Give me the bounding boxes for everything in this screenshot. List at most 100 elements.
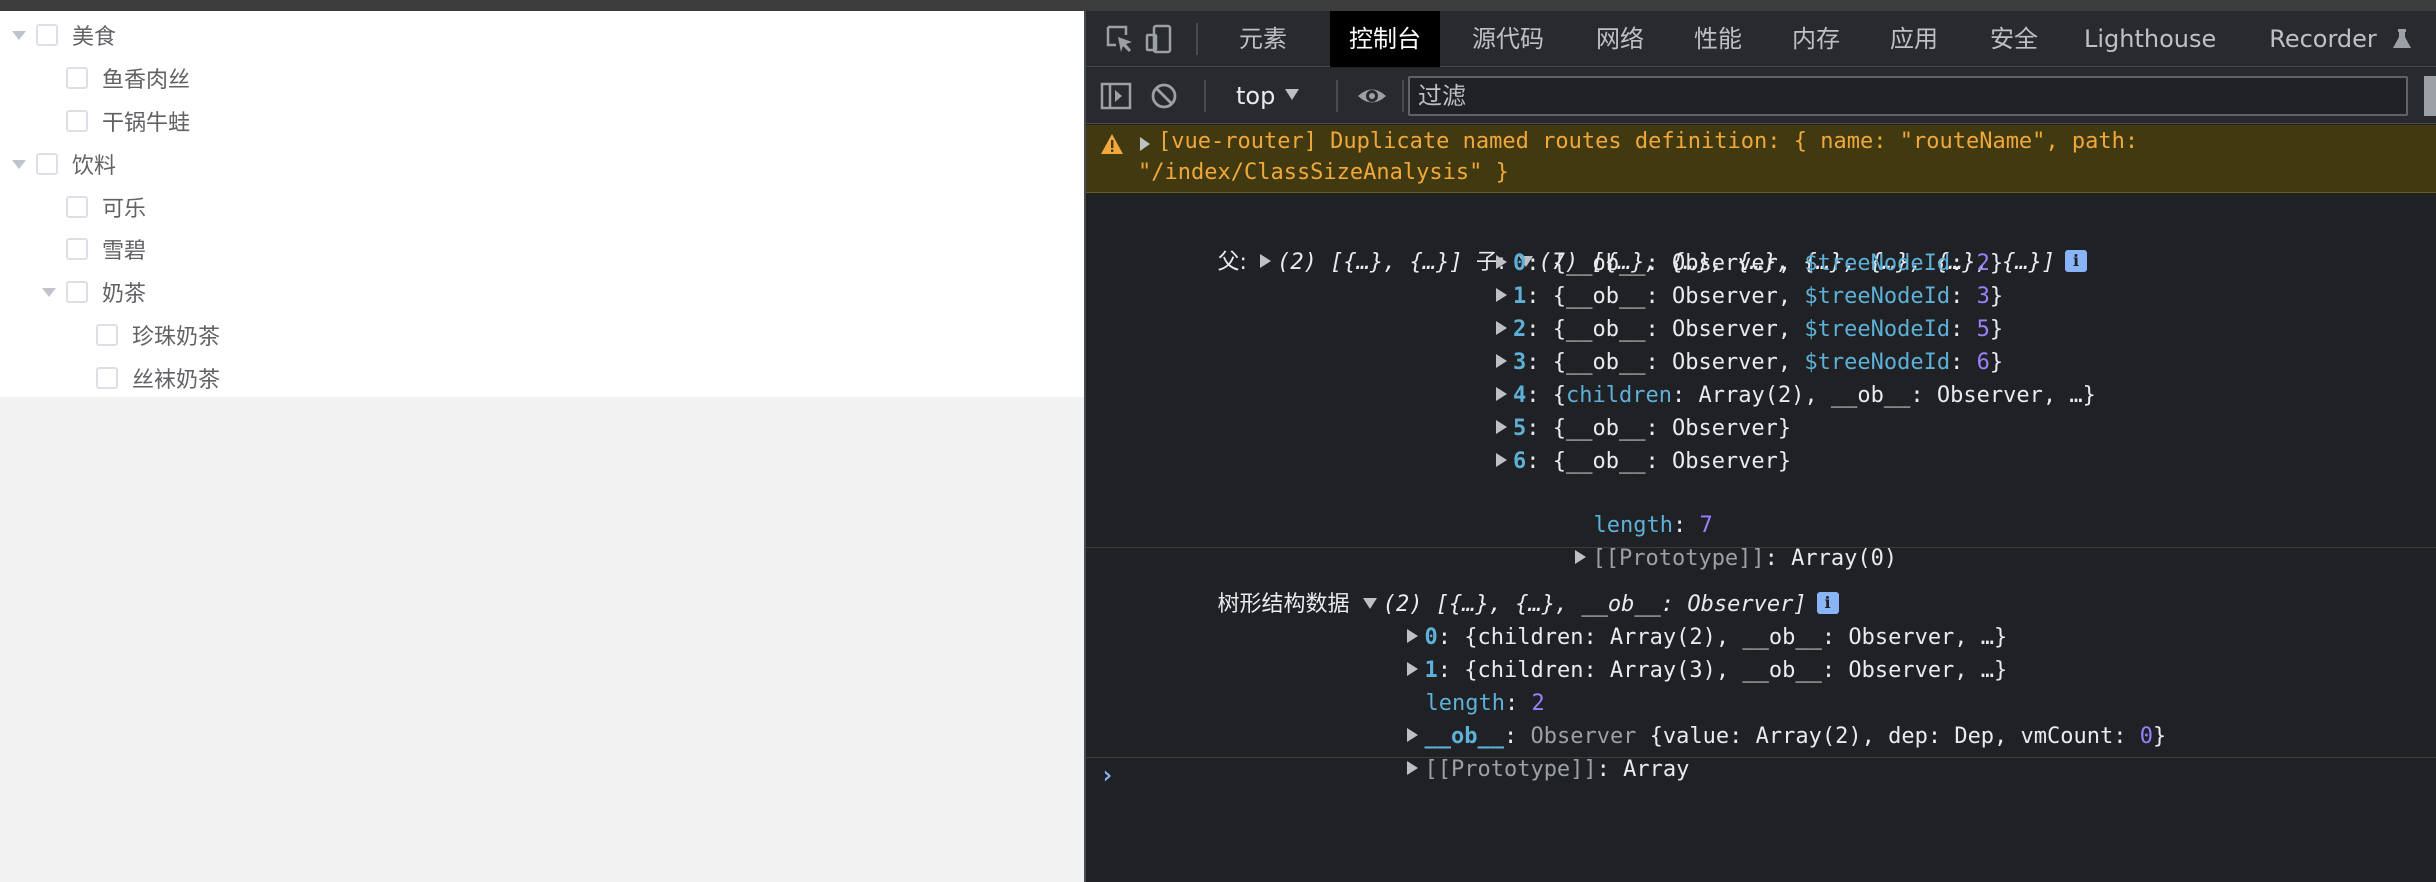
caret-down-icon[interactable] bbox=[12, 30, 26, 40]
tab-8[interactable]: Lighthouse bbox=[2084, 11, 2216, 67]
colon: : bbox=[1526, 383, 1553, 408]
page-content: 美食鱼香肉丝 干锅牛蛙饮料可乐雪碧奶茶珍珠奶茶丝袜奶茶 bbox=[0, 11, 1084, 397]
filter-input[interactable]: 过滤 bbox=[1408, 76, 2408, 116]
tree-checkbox[interactable] bbox=[66, 238, 88, 260]
array-item[interactable]: 5: {__ob__: Observer} bbox=[1496, 413, 1791, 445]
expand-triangle-icon[interactable] bbox=[1496, 387, 1507, 401]
tree-node[interactable]: 雪碧 bbox=[42, 229, 146, 269]
prototype-property[interactable]: [[Prototype]]: Array(0) bbox=[1496, 511, 1897, 571]
browser-top-strip bbox=[0, 0, 2436, 11]
console-prompt[interactable]: › bbox=[1100, 761, 1114, 789]
tree-checkbox[interactable] bbox=[66, 67, 88, 89]
array-item[interactable]: 6: {__ob__: Observer} bbox=[1496, 446, 1791, 478]
tree-checkbox[interactable] bbox=[36, 24, 58, 46]
expand-triangle-icon[interactable] bbox=[1140, 137, 1150, 151]
toolbar-overflow[interactable] bbox=[2424, 76, 2436, 116]
caret-down-icon[interactable] bbox=[42, 287, 56, 297]
tab-1[interactable]: 控制台 bbox=[1330, 11, 1440, 67]
tree-node[interactable]: 饮料 bbox=[12, 144, 116, 184]
expand-triangle-icon[interactable] bbox=[1407, 761, 1419, 775]
device-toolbar-icon[interactable] bbox=[1144, 23, 1176, 55]
tree-checkbox[interactable] bbox=[66, 281, 88, 303]
item-sep: : bbox=[1950, 251, 1977, 276]
array-item[interactable]: 4: {children: Array(2), __ob__: Observer… bbox=[1496, 380, 2096, 412]
info-icon[interactable]: i bbox=[2065, 250, 2088, 272]
tab-2[interactable]: 源代码 bbox=[1458, 11, 1558, 67]
vmcount-value: 0 bbox=[2139, 724, 2154, 749]
log-entry-tree-data[interactable]: 树形结构数据 (2) [{…}, {…}, __ob__: Observer] i bbox=[1138, 557, 1839, 617]
tab-7[interactable]: 安全 bbox=[1976, 11, 2052, 67]
length-property: length: 2 bbox=[1425, 691, 1545, 716]
expand-triangle-icon[interactable] bbox=[1496, 288, 1507, 302]
observer-preview-end: } bbox=[2153, 724, 2167, 749]
tab-6[interactable]: 应用 bbox=[1876, 11, 1952, 67]
item-prefix: {__ob__: Observer, bbox=[1552, 317, 1805, 342]
tree-node-label: 雪碧 bbox=[102, 239, 147, 264]
expand-triangle-icon[interactable] bbox=[1496, 453, 1507, 467]
array-item[interactable]: 1: {__ob__: Observer, $treeNodeId: 3} bbox=[1496, 281, 2003, 313]
live-expression-icon[interactable] bbox=[1356, 81, 1388, 111]
item-suffix: } bbox=[1989, 284, 2004, 309]
tree-node[interactable]: 珍珠奶茶 bbox=[72, 315, 220, 355]
tree-node-label: 饮料 bbox=[72, 154, 117, 179]
tree-node[interactable]: 干锅牛蛙 bbox=[42, 101, 190, 141]
tree-node-label: 珍珠奶茶 bbox=[132, 325, 221, 350]
tab-4[interactable]: 性能 bbox=[1680, 11, 1756, 67]
observer-preview: {value: Array(2), dep: Dep, vmCount: bbox=[1636, 724, 2140, 749]
expand-triangle-icon[interactable] bbox=[1496, 321, 1507, 335]
tab-9[interactable]: Recorder bbox=[2256, 11, 2390, 67]
devtools-panel: 元素 控制台 源代码 网络 性能 内存 应用 安全 Lighthouse Recorder top… bbox=[1084, 11, 2436, 882]
expand-triangle-icon[interactable] bbox=[1496, 255, 1507, 269]
warning-message[interactable]: [vue-router] Duplicate named routes defi… bbox=[1086, 125, 2436, 193]
context-selector[interactable]: top bbox=[1236, 68, 1300, 124]
item-sep: : bbox=[1950, 317, 1977, 342]
tree-node[interactable]: 美食 bbox=[12, 15, 116, 55]
tree-checkbox[interactable] bbox=[36, 153, 58, 175]
tree-node[interactable]: 奶茶 bbox=[42, 272, 146, 312]
parent-array-preview: (2) [{…}, {…}] bbox=[1277, 250, 1463, 275]
tab-5[interactable]: 内存 bbox=[1778, 11, 1854, 67]
array-index: 0 bbox=[1513, 251, 1527, 276]
observer-property[interactable]: __ob__: Observer {value: Array(2), dep: … bbox=[1328, 689, 2166, 749]
array-index: 2 bbox=[1513, 317, 1527, 342]
log-label-parent: 父: bbox=[1217, 250, 1247, 275]
tree-node[interactable]: 鱼香肉丝 bbox=[42, 58, 190, 98]
log-separator bbox=[1086, 757, 2436, 758]
colon: : bbox=[1526, 251, 1553, 276]
log-entry-parent-child[interactable]: 父: (2) [{…}, {…}] 子: (7) [{…}, {…}, {…},… bbox=[1138, 215, 2088, 275]
item-prefix: {__ob__: Observer} bbox=[1552, 416, 1792, 441]
array-item[interactable]: 3: {__ob__: Observer, $treeNodeId: 6} bbox=[1496, 347, 2003, 379]
show-sidebar-icon[interactable] bbox=[1100, 81, 1132, 111]
expand-triangle-icon[interactable] bbox=[1496, 354, 1507, 368]
console-toolbar: top 过滤 bbox=[1086, 68, 2436, 124]
item-prefix: {__ob__: Observer} bbox=[1552, 449, 1792, 474]
tab-3[interactable]: 网络 bbox=[1582, 11, 1658, 67]
tree-checkbox[interactable] bbox=[66, 110, 88, 132]
inspect-element-icon[interactable] bbox=[1104, 23, 1136, 55]
tree-node-label: 美食 bbox=[72, 25, 117, 50]
tree-node[interactable]: 丝袜奶茶 bbox=[72, 358, 220, 398]
array-item[interactable]: 0: {__ob__: Observer, $treeNodeId: 2} bbox=[1496, 248, 2003, 280]
tree-checkbox[interactable] bbox=[66, 196, 88, 218]
tree-checkbox[interactable] bbox=[96, 324, 118, 346]
expand-triangle-icon[interactable] bbox=[1260, 254, 1272, 268]
item-suffix: Array(2), __ob__: Observer, …} bbox=[1698, 383, 2096, 408]
tree-node[interactable]: 可乐 bbox=[42, 187, 146, 227]
console-output: [vue-router] Duplicate named routes defi… bbox=[1086, 125, 2436, 882]
item-key: $treeNodeId bbox=[1804, 284, 1951, 309]
array-item[interactable]: 2: {__ob__: Observer, $treeNodeId: 5} bbox=[1496, 314, 2003, 346]
tab-0[interactable]: 元素 bbox=[1218, 11, 1308, 67]
tree-item-1[interactable]: 1: {children: Array(3), __ob__: Observer… bbox=[1328, 623, 2007, 683]
item-sep: : bbox=[1671, 383, 1699, 408]
caret-down-icon[interactable] bbox=[12, 159, 26, 169]
expand-triangle-icon[interactable] bbox=[1496, 420, 1507, 434]
tree-item-0[interactable]: 0: {children: Array(2), __ob__: Observer… bbox=[1328, 590, 2007, 650]
array-index: 6 bbox=[1513, 449, 1527, 474]
clear-console-icon[interactable] bbox=[1148, 81, 1180, 111]
tree-checkbox[interactable] bbox=[96, 367, 118, 389]
item-number: 2 bbox=[1976, 251, 1990, 276]
array-index: 5 bbox=[1513, 416, 1527, 441]
prototype-property[interactable]: [[Prototype]]: Array bbox=[1328, 722, 1689, 782]
item-prefix: {__ob__: Observer, bbox=[1552, 284, 1805, 309]
flask-icon bbox=[2393, 29, 2411, 48]
